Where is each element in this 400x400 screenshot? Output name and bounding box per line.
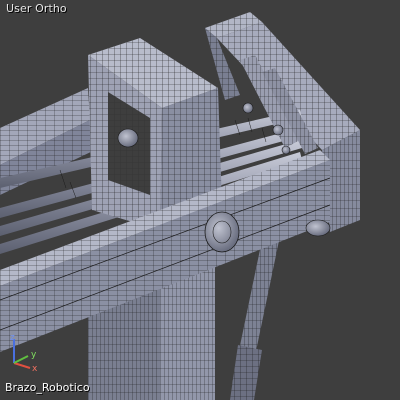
- y-axis-label: y: [31, 350, 37, 360]
- view-mode-label: User Ortho: [6, 2, 67, 15]
- robotic-arm-mesh[interactable]: [0, 0, 400, 400]
- axis-gizmo: z x y: [10, 333, 38, 373]
- x-axis-label: x: [32, 364, 38, 373]
- x-axis-line: [13, 362, 31, 369]
- y-axis-line: [13, 355, 29, 364]
- 3d-viewport[interactable]: User Ortho z x y Brazo_Robotico: [0, 0, 400, 400]
- lower-strut: [230, 236, 280, 400]
- z-axis-label: z: [10, 333, 15, 343]
- active-object-label: Brazo_Robotico: [5, 381, 90, 394]
